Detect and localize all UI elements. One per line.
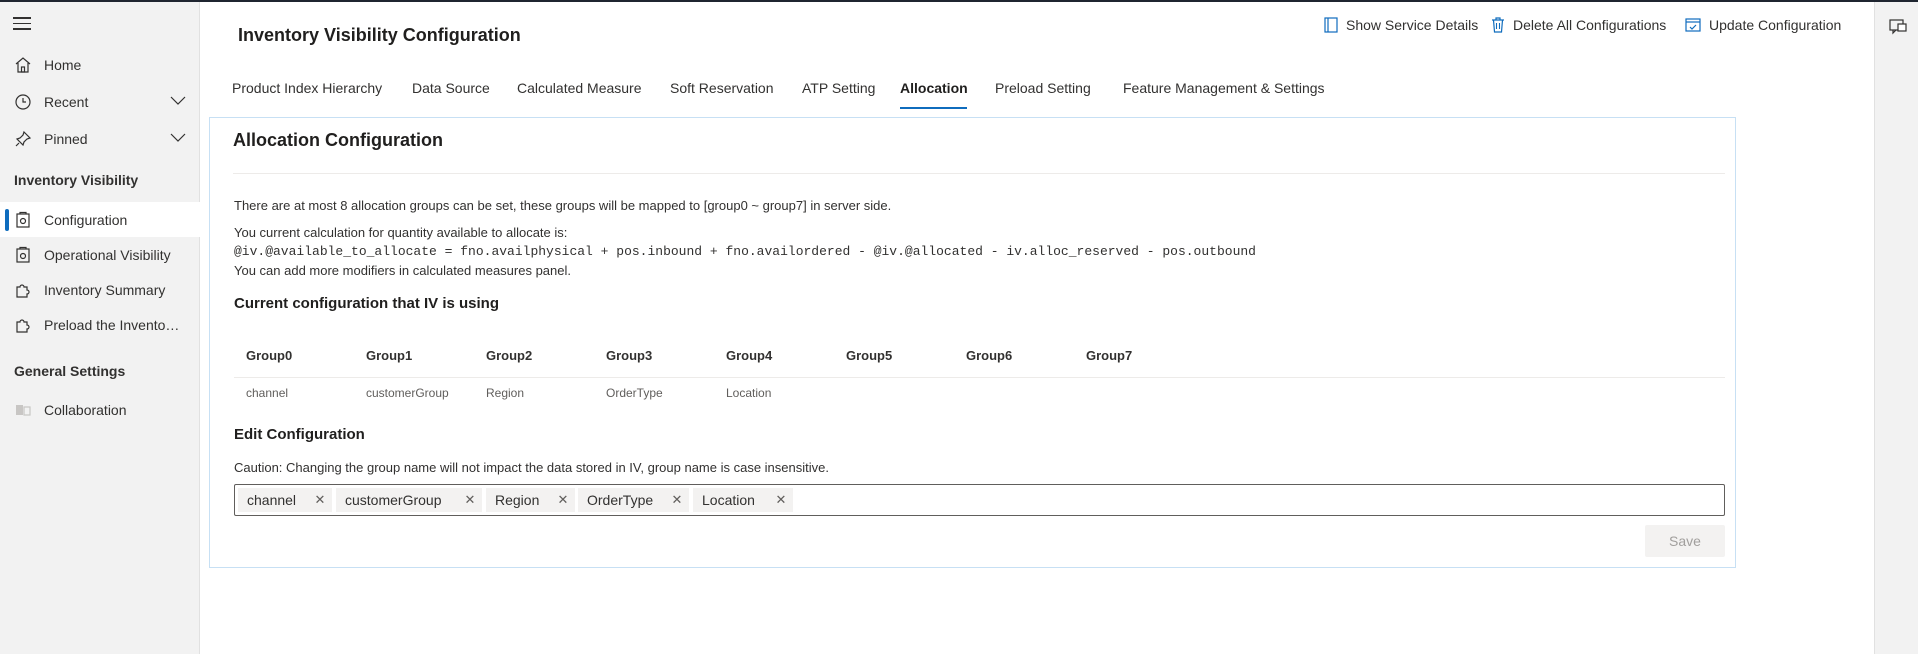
tag-label: Location — [702, 492, 755, 508]
tag-label: customerGroup — [345, 492, 442, 508]
edit-configuration-heading: Edit Configuration — [234, 426, 365, 443]
sidebar-item-label: Collaboration — [44, 401, 127, 418]
update-icon — [1685, 18, 1701, 32]
panel-divider — [233, 173, 1725, 174]
sidebar-item-home[interactable]: Home — [0, 47, 200, 82]
caution-text: Caution: Changing the group name will no… — [234, 460, 829, 475]
chevron-down-icon[interactable] — [170, 133, 186, 143]
column-header-group7: Group7 — [1086, 348, 1133, 363]
page-title: Inventory Visibility Configuration — [238, 25, 521, 45]
calculation-label: You current calculation for quantity ava… — [234, 225, 568, 240]
active-tab-indicator — [900, 107, 967, 109]
tag-label: channel — [247, 492, 297, 508]
trash-icon — [1492, 17, 1504, 33]
column-header-group4: Group4 — [726, 348, 773, 363]
save-button[interactable]: Save — [1645, 525, 1725, 557]
hamburger-menu-icon[interactable] — [13, 17, 31, 31]
window-top-border — [0, 0, 1918, 2]
column-header-group5: Group5 — [846, 348, 893, 363]
chat-feedback-icon[interactable] — [1889, 19, 1907, 35]
chevron-down-icon[interactable] — [170, 96, 186, 106]
table-cell-group2: Region — [486, 386, 525, 400]
sidebar-item-label: Operational Visibility — [44, 246, 171, 263]
sidebar-item-label: Configuration — [44, 211, 128, 228]
update-configuration-label: Update Configuration — [1709, 17, 1842, 33]
tab-soft-reservation[interactable]: Soft Reservation — [670, 80, 774, 96]
panel-title: Allocation Configuration — [233, 130, 443, 150]
puzzle-icon — [16, 284, 30, 298]
table-header-divider — [234, 377, 1725, 378]
sidebar-item-label: Inventory Summary — [44, 281, 166, 298]
tab-feature-management-settings[interactable]: Feature Management & Settings — [1123, 80, 1325, 96]
table-cell-group3: OrderType — [606, 386, 663, 400]
delete-all-configurations-label: Delete All Configurations — [1513, 17, 1667, 33]
sidebar-item-preload-index-query[interactable]: Preload the Inventory Visibility Index Q… — [0, 307, 200, 342]
sidebar-item-label: Home — [44, 56, 82, 73]
delete-all-configurations-button[interactable]: Delete All Configurations — [1491, 14, 1666, 36]
settings-doc-icon — [16, 211, 30, 228]
remove-tag-icon[interactable]: ✕ — [769, 488, 793, 512]
remove-tag-icon[interactable]: ✕ — [665, 488, 689, 512]
sidebar-item-operational-visibility[interactable]: Operational Visibility — [0, 237, 200, 272]
tab-atp-setting[interactable]: ATP Setting — [802, 80, 875, 96]
remove-tag-icon[interactable]: ✕ — [308, 488, 332, 512]
show-service-details-label: Show Service Details — [1346, 17, 1479, 33]
tag-region: Region ✕ — [486, 488, 575, 512]
sidebar-item-label: Pinned — [44, 130, 88, 147]
table-cell-group0: channel — [246, 386, 289, 400]
column-header-group1: Group1 — [366, 348, 413, 363]
sidebar: Home Recent Pinned Inventory Visibility … — [0, 2, 200, 654]
current-configuration-heading: Current configuration that IV is using — [234, 295, 500, 312]
sidebar-item-pinned[interactable]: Pinned — [0, 121, 200, 156]
tag-channel: channel ✕ — [238, 488, 332, 512]
tag-label: Region — [495, 492, 540, 508]
pin-icon — [15, 130, 32, 147]
update-configuration-button[interactable]: Update Configuration — [1685, 14, 1841, 36]
column-header-group0: Group0 — [246, 348, 293, 363]
remove-tag-icon[interactable]: ✕ — [458, 488, 482, 512]
settings-doc-icon — [16, 246, 30, 263]
show-service-details-button[interactable]: Show Service Details — [1324, 14, 1478, 36]
tag-location: Location ✕ — [693, 488, 793, 512]
tab-product-index-hierarchy[interactable]: Product Index Hierarchy — [232, 80, 382, 96]
modifiers-note: You can add more modifiers in calculated… — [234, 263, 571, 278]
sidebar-item-label: Recent — [44, 93, 89, 110]
puzzle-icon — [16, 319, 30, 333]
clock-icon — [15, 94, 31, 110]
column-header-group2: Group2 — [486, 348, 533, 363]
allocation-formula: @iv.@available_to_allocate = fno.availph… — [234, 244, 1256, 259]
remove-tag-icon[interactable]: ✕ — [551, 488, 575, 512]
tab-data-source[interactable]: Data Source — [412, 80, 490, 96]
tab-allocation[interactable]: Allocation — [900, 80, 968, 96]
book-icon — [1324, 17, 1338, 33]
tag-label: OrderType — [587, 492, 654, 508]
sidebar-item-configuration[interactable]: Configuration — [0, 202, 200, 237]
right-rail — [1874, 2, 1918, 654]
sidebar-section-general-settings: General Settings — [14, 363, 126, 379]
table-cell-group4: Location — [726, 386, 772, 400]
tab-preload-setting[interactable]: Preload Setting — [995, 80, 1091, 96]
home-icon — [15, 57, 31, 73]
group-tag-picker[interactable]: channel ✕ customerGroup ✕ Region ✕ Order… — [234, 484, 1725, 516]
sidebar-item-inventory-summary[interactable]: Inventory Summary — [0, 272, 200, 307]
tag-ordertype: OrderType ✕ — [578, 488, 689, 512]
sidebar-item-label: Preload the Inventory Visibility Index Q… — [44, 316, 184, 333]
allocation-intro-text: There are at most 8 allocation groups ca… — [234, 198, 892, 213]
tab-calculated-measure[interactable]: Calculated Measure — [517, 80, 642, 96]
column-header-group6: Group6 — [966, 348, 1013, 363]
sidebar-item-collaboration[interactable]: Collaboration — [0, 392, 200, 427]
tag-customergroup: customerGroup ✕ — [336, 488, 482, 512]
collaboration-icon — [16, 405, 31, 416]
table-cell-group1: customerGroup — [366, 386, 449, 400]
column-header-group3: Group3 — [606, 348, 653, 363]
sidebar-item-recent[interactable]: Recent — [0, 84, 200, 119]
sidebar-section-inventory-visibility: Inventory Visibility — [14, 172, 139, 188]
